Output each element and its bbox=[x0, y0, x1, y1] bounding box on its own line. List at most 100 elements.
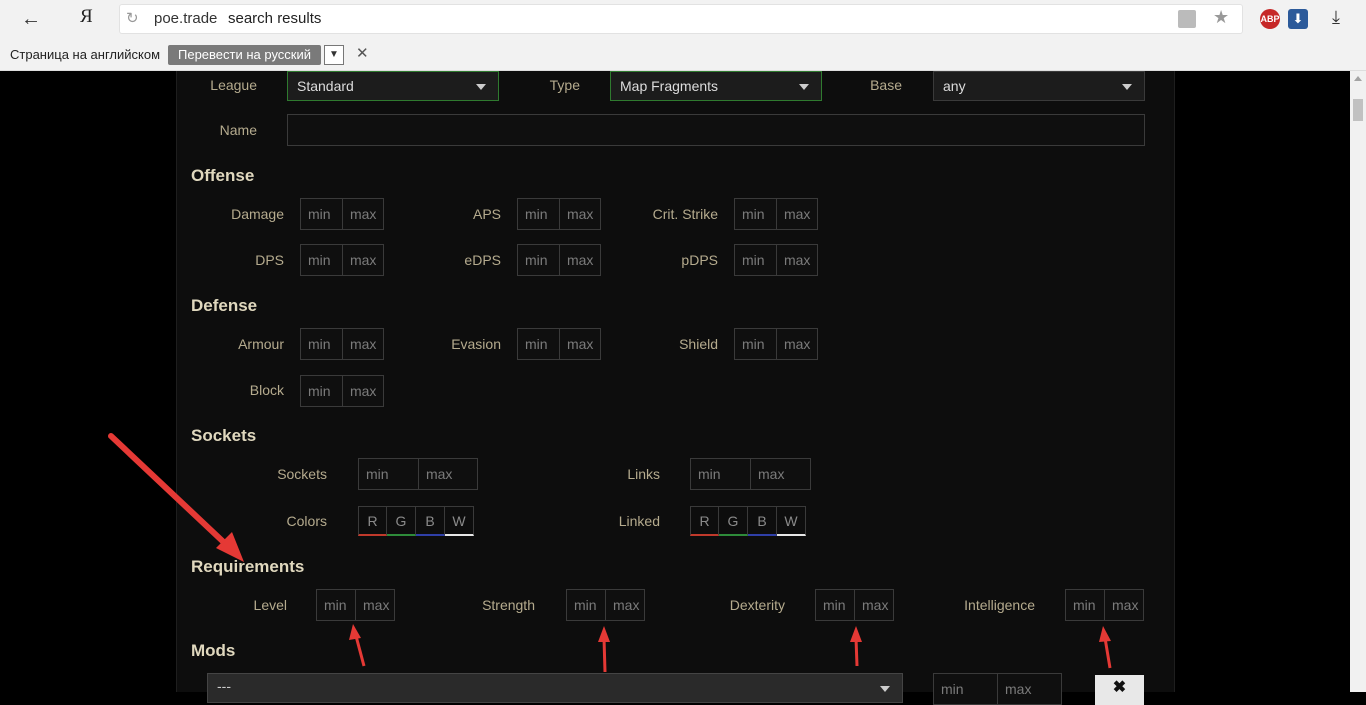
remove-mod-button[interactable]: ✖ bbox=[1095, 675, 1144, 705]
type-label: Type bbox=[549, 77, 580, 93]
mod-range[interactable]: min max bbox=[933, 673, 1062, 705]
max-input[interactable]: max bbox=[341, 199, 383, 229]
sockets-range[interactable]: min max bbox=[358, 458, 478, 490]
evasion-range[interactable]: min max bbox=[517, 328, 601, 360]
bookmark-star-icon[interactable]: ★ bbox=[1213, 7, 1229, 28]
armour-range[interactable]: min max bbox=[300, 328, 384, 360]
max-input[interactable]: max bbox=[417, 459, 477, 489]
chevron-down-icon bbox=[476, 84, 486, 90]
color-r-input[interactable]: R bbox=[358, 506, 387, 536]
translate-options-chevron-icon[interactable]: ▼ bbox=[324, 45, 344, 65]
league-value: Standard bbox=[297, 78, 354, 94]
shield-range[interactable]: min max bbox=[734, 328, 818, 360]
max-input[interactable]: max bbox=[1104, 590, 1143, 620]
max-input[interactable]: max bbox=[854, 590, 893, 620]
max-input[interactable]: max bbox=[775, 199, 817, 229]
name-label: Name bbox=[219, 122, 257, 138]
max-input[interactable]: max bbox=[341, 376, 383, 406]
translate-bar: Страница на английском Перевести на русс… bbox=[0, 38, 1366, 71]
browser-logo[interactable]: Я bbox=[80, 6, 93, 28]
mod-select[interactable]: --- bbox=[207, 673, 903, 703]
dps-range[interactable]: min max bbox=[300, 244, 384, 276]
intelligence-label: Intelligence bbox=[964, 597, 1035, 613]
aps-range[interactable]: min max bbox=[517, 198, 601, 230]
min-input[interactable]: min bbox=[518, 245, 559, 275]
downloads-icon[interactable]: ⤓ bbox=[1332, 7, 1340, 28]
scroll-thumb[interactable] bbox=[1353, 99, 1363, 121]
base-select[interactable]: any bbox=[933, 71, 1145, 101]
max-input[interactable]: max bbox=[341, 245, 383, 275]
damage-label: Damage bbox=[231, 206, 284, 222]
download-extension-icon[interactable]: ⬇ bbox=[1288, 9, 1308, 29]
block-range[interactable]: min max bbox=[300, 375, 384, 407]
requirements-heading: Requirements bbox=[191, 557, 305, 576]
min-input[interactable]: min bbox=[934, 674, 997, 704]
max-input[interactable]: max bbox=[775, 329, 817, 359]
type-value: Map Fragments bbox=[620, 78, 719, 94]
offense-heading: Offense bbox=[191, 166, 255, 185]
min-input[interactable]: min bbox=[301, 329, 342, 359]
linked-g-input[interactable]: G bbox=[719, 506, 748, 536]
linked-colors: RGBW bbox=[690, 506, 806, 536]
color-g-input[interactable]: G bbox=[387, 506, 416, 536]
min-input[interactable]: min bbox=[518, 199, 559, 229]
min-input[interactable]: min bbox=[301, 199, 342, 229]
type-select[interactable]: Map Fragments bbox=[610, 71, 822, 101]
crit-strike-label: Crit. Strike bbox=[652, 206, 718, 222]
crit-strike-range[interactable]: min max bbox=[734, 198, 818, 230]
max-input[interactable]: max bbox=[750, 459, 810, 489]
chevron-down-icon bbox=[799, 84, 809, 90]
links-range[interactable]: min max bbox=[690, 458, 811, 490]
edps-label: eDPS bbox=[464, 252, 501, 268]
max-input[interactable]: max bbox=[355, 590, 394, 620]
min-input[interactable]: min bbox=[735, 199, 776, 229]
strength-range[interactable]: min max bbox=[566, 589, 645, 621]
url-domain: poe.trade bbox=[154, 10, 218, 27]
min-input[interactable]: min bbox=[735, 329, 776, 359]
max-input[interactable]: max bbox=[605, 590, 644, 620]
max-input[interactable]: max bbox=[341, 329, 383, 359]
max-input[interactable]: max bbox=[558, 199, 600, 229]
min-input[interactable]: min bbox=[1066, 590, 1104, 620]
min-input[interactable]: min bbox=[518, 329, 559, 359]
linked-b-input[interactable]: B bbox=[748, 506, 777, 536]
edps-range[interactable]: min max bbox=[517, 244, 601, 276]
level-range[interactable]: min max bbox=[316, 589, 395, 621]
intelligence-range[interactable]: min max bbox=[1065, 589, 1144, 621]
linked-r-input[interactable]: R bbox=[690, 506, 719, 536]
reload-icon[interactable]: ↻ bbox=[126, 9, 139, 27]
dexterity-range[interactable]: min max bbox=[815, 589, 894, 621]
translate-button[interactable]: Перевести на русский bbox=[168, 45, 322, 65]
back-arrow-icon[interactable]: ← bbox=[18, 7, 44, 31]
max-input[interactable]: max bbox=[558, 329, 600, 359]
browser-toolbar: ← Я ↻ poe.trade search results ★ ABP ⬇ ⤓ bbox=[0, 0, 1366, 38]
shield-label: Shield bbox=[679, 336, 718, 352]
min-input[interactable]: min bbox=[317, 590, 355, 620]
min-input[interactable]: min bbox=[735, 245, 776, 275]
max-input[interactable]: max bbox=[558, 245, 600, 275]
scrollbar[interactable] bbox=[1350, 71, 1366, 692]
scroll-up-arrow-icon[interactable] bbox=[1354, 76, 1362, 81]
damage-range[interactable]: min max bbox=[300, 198, 384, 230]
min-input[interactable]: min bbox=[567, 590, 605, 620]
pdps-range[interactable]: min max bbox=[734, 244, 818, 276]
max-input[interactable]: max bbox=[997, 674, 1061, 704]
league-label: League bbox=[210, 77, 257, 93]
address-bar[interactable]: ↻ poe.trade search results ★ bbox=[120, 5, 1242, 33]
translate-icon[interactable] bbox=[1178, 10, 1196, 28]
linked-w-input[interactable]: W bbox=[777, 506, 806, 536]
page-content: League Standard Type Map Fragments Base … bbox=[0, 71, 1366, 705]
min-input[interactable]: min bbox=[816, 590, 854, 620]
adblock-extension-icon[interactable]: ABP bbox=[1260, 9, 1280, 29]
color-w-input[interactable]: W bbox=[445, 506, 474, 536]
min-input[interactable]: min bbox=[359, 459, 418, 489]
colors-label: Colors bbox=[286, 513, 327, 529]
min-input[interactable]: min bbox=[301, 245, 342, 275]
color-b-input[interactable]: B bbox=[416, 506, 445, 536]
close-icon[interactable]: ✕ bbox=[356, 44, 369, 62]
max-input[interactable]: max bbox=[775, 245, 817, 275]
min-input[interactable]: min bbox=[691, 459, 750, 489]
league-select[interactable]: Standard bbox=[287, 71, 499, 101]
name-input[interactable] bbox=[287, 114, 1145, 146]
min-input[interactable]: min bbox=[301, 376, 342, 406]
